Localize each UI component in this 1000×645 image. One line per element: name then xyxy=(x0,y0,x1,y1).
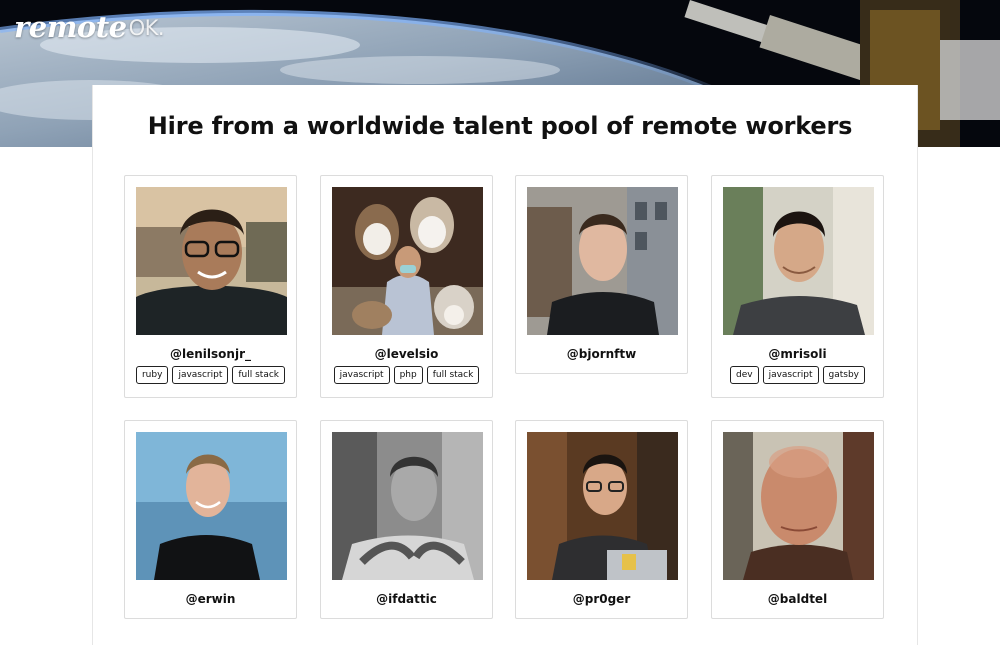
profile-handle[interactable]: @levelsio xyxy=(321,347,492,361)
profile-handle[interactable]: @bjornftw xyxy=(516,347,687,361)
skill-tags: dev javascript gatsby xyxy=(712,366,883,384)
profile-photo xyxy=(527,187,678,335)
profile-photo xyxy=(136,432,287,580)
profile-handle[interactable]: @baldtel xyxy=(712,592,883,606)
logo-suffix: OK. xyxy=(128,16,165,40)
skill-tag[interactable]: ruby xyxy=(135,366,169,384)
skill-tag[interactable]: dev xyxy=(729,366,759,384)
profile-photo xyxy=(723,187,874,335)
skill-tag[interactable]: gatsby xyxy=(822,366,865,384)
profile-photo xyxy=(723,432,874,580)
profile-handle[interactable]: @lenilsonjr_ xyxy=(125,347,296,361)
profile-card[interactable]: @lenilsonjr_ ruby javascript full stack xyxy=(124,175,297,398)
profile-card[interactable]: @pr0ger xyxy=(515,420,688,619)
profile-card[interactable]: @mrisoli dev javascript gatsby xyxy=(711,175,884,398)
profile-handle[interactable]: @erwin xyxy=(125,592,296,606)
skill-tag[interactable]: javascript xyxy=(172,366,229,384)
skill-tags: javascript php full stack xyxy=(321,366,492,384)
skill-tag[interactable]: javascript xyxy=(762,366,819,384)
skill-tag[interactable]: full stack xyxy=(232,366,286,384)
skill-tag[interactable]: javascript xyxy=(333,366,390,384)
profile-card[interactable]: @baldtel xyxy=(711,420,884,619)
profile-handle[interactable]: @ifdattic xyxy=(321,592,492,606)
profile-card[interactable]: @ifdattic xyxy=(320,420,493,619)
profile-photo xyxy=(136,187,287,335)
page-headline: Hire from a worldwide talent pool of rem… xyxy=(147,112,853,140)
profile-photo xyxy=(332,187,483,335)
profile-card[interactable]: @erwin xyxy=(124,420,297,619)
profile-photo xyxy=(332,432,483,580)
profile-photo xyxy=(527,432,678,580)
skill-tags: ruby javascript full stack xyxy=(125,366,296,384)
profile-card[interactable]: @bjornftw xyxy=(515,175,688,374)
profile-card[interactable]: @levelsio javascript php full stack xyxy=(320,175,493,398)
profile-handle[interactable]: @mrisoli xyxy=(712,347,883,361)
skill-tag[interactable]: full stack xyxy=(426,366,480,384)
skill-tag[interactable]: php xyxy=(393,366,423,384)
remoteok-logo[interactable]: remoteOK. xyxy=(14,10,165,44)
profile-handle[interactable]: @pr0ger xyxy=(516,592,687,606)
logo-text: remote xyxy=(14,10,127,44)
